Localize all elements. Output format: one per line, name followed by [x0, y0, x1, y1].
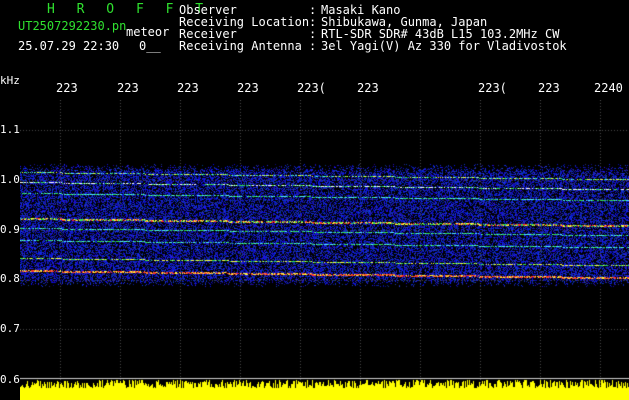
y-tick-label: 1.1 [0, 123, 20, 136]
station-info: Observer: Masaki Kano Receiving Location:… [179, 4, 567, 52]
y-tick-label: 0.8 [0, 272, 20, 285]
y-tick-label: 1.0 [0, 173, 20, 186]
spectrogram-canvas [20, 100, 629, 400]
y-axis-unit: kHz [0, 74, 20, 87]
x-tick-label: 223 [117, 81, 139, 95]
x-tick-label: 223 [357, 81, 379, 95]
info-row-antenna: Receiving Antenna:3el Yagi(V) Az 330 for… [179, 39, 567, 53]
x-tick-label: 2240 [594, 81, 623, 95]
x-tick-label: 223( [478, 81, 507, 95]
y-tick-label: 0.9 [0, 223, 20, 236]
x-tick-label: 223 [177, 81, 199, 95]
header: H R O F F T UT2507292230.pn meteor 25.07… [0, 0, 629, 72]
date-time: 25.07.29 22:30 [18, 39, 120, 53]
spectrogram-plot [20, 100, 629, 400]
x-tick-label: 223( [297, 81, 326, 95]
mode-label: meteor [126, 25, 170, 39]
x-tick-label: 223 [56, 81, 78, 95]
y-tick-label: 0.7 [0, 322, 20, 335]
y-tick-label: 0.6 [0, 373, 20, 386]
date-time-extra: 0__ [139, 39, 161, 53]
x-tick-label: 223 [237, 81, 259, 95]
file-name: UT2507292230.pn [18, 19, 127, 33]
x-tick-label: 223 [538, 81, 560, 95]
